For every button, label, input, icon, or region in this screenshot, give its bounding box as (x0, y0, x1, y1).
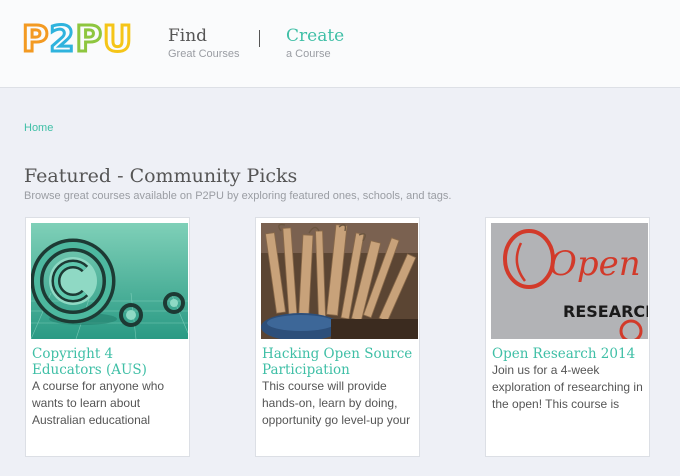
course-card-hacking-open-source[interactable]: Hacking Open Source Participation This c… (255, 217, 420, 457)
course-card-copyright[interactable]: Copyright 4 Educators (AUS) A course for… (25, 217, 190, 457)
course-description: This course will provide hands-on, learn… (262, 379, 411, 427)
p2pu-logo[interactable]: P 2 P U (20, 19, 134, 60)
logo-letter: P (20, 19, 50, 60)
logo-letter: P (74, 19, 103, 60)
course-thumbnail-copyright[interactable] (31, 223, 188, 339)
research-word: RESEARCH (563, 302, 648, 321)
page-title: Featured - Community Picks (24, 165, 298, 187)
logo-letter: U (101, 19, 134, 60)
nav-divider (259, 30, 260, 47)
nav-create-sublabel: a Course (286, 48, 331, 60)
nav-create[interactable]: Create a Course (286, 26, 345, 61)
site-header: P 2 P U Find Great Courses Create a Cour… (0, 0, 680, 88)
nav-find-label: Find (168, 26, 208, 46)
course-description: A course for anyone who wants to learn a… (32, 379, 165, 427)
course-title[interactable]: Open Research 2014 (492, 346, 644, 362)
nav-create-label: Create (286, 26, 345, 46)
course-thumbnail-hacking-open-source[interactable] (261, 223, 418, 339)
open-research-image: Open RESEARCH (491, 223, 648, 339)
course-description: Join us for a 4-week exploration of rese… (492, 363, 643, 411)
copyright-symbols-image (31, 223, 188, 339)
course-title[interactable]: Copyright 4 Educators (AUS) (32, 346, 184, 378)
open-word: Open (549, 244, 641, 284)
course-thumbnail-open-research[interactable]: Open RESEARCH (491, 223, 648, 339)
nav-find-sublabel: Great Courses (168, 48, 240, 60)
course-title[interactable]: Hacking Open Source Participation (262, 346, 414, 378)
course-card-open-research[interactable]: Open RESEARCH Open Research 2014 Join us… (485, 217, 650, 457)
nav-find[interactable]: Find Great Courses (168, 26, 240, 61)
page-subtitle: Browse great courses available on P2PU b… (24, 190, 452, 202)
wooden-tools-image (261, 223, 418, 339)
logo-letter: 2 (48, 19, 76, 60)
breadcrumb-home[interactable]: Home (24, 122, 53, 134)
